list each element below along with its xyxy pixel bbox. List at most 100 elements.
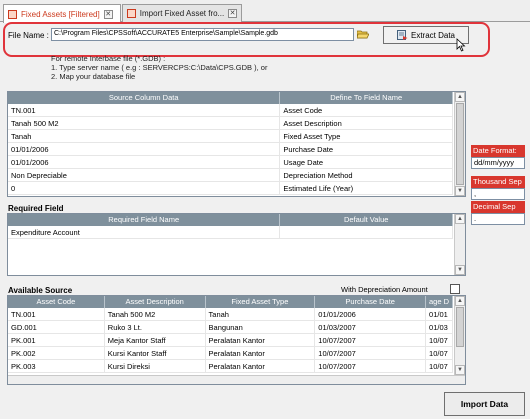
table-cell[interactable]: 01/01/2006 xyxy=(8,143,281,155)
date-format-input[interactable]: dd/mm/yyyy xyxy=(471,157,525,169)
table-cell[interactable]: Tanah xyxy=(8,130,281,142)
table-cell[interactable]: Meja Kantor Staff xyxy=(105,334,206,346)
remote-hint-line: 1. Type server name ( e.g : SERVERCPS:C:… xyxy=(51,63,268,72)
with-depreciation-checkbox[interactable] xyxy=(450,284,460,294)
table-row[interactable]: PK.001 Meja Kantor Staff Peralatan Kantor 1… xyxy=(8,334,453,347)
table-cell[interactable]: Fixed Asset Type xyxy=(280,130,453,142)
remote-hint-line: For remote Interbase file (*.GDB) : xyxy=(51,54,166,63)
table-row[interactable]: PK.002 Kursi Kantor Staff Peralatan Kantor… xyxy=(8,347,453,360)
table-cell[interactable]: Purchase Date xyxy=(280,143,453,155)
table-cell[interactable]: Estimated Life (Year) xyxy=(280,182,453,194)
available-source-title: Available Source xyxy=(8,286,73,295)
table-cell[interactable]: GD.001 xyxy=(8,321,105,333)
table-cell[interactable]: 01/01/2006 xyxy=(315,308,427,320)
table-cell[interactable]: Peralatan Kantor xyxy=(206,360,316,372)
available-source-grid: Asset Code Asset Description Fixed Asset… xyxy=(7,295,466,385)
column-header[interactable]: Fixed Asset Type xyxy=(206,296,316,308)
close-icon[interactable]: ✕ xyxy=(103,9,113,19)
table-row[interactable]: TN.001 Tanah 500 M2 Tanah 01/01/2006 01/01 xyxy=(8,308,453,321)
table-cell[interactable]: 01/03 xyxy=(426,321,453,333)
table-cell[interactable]: PK.003 xyxy=(8,360,105,372)
scroll-thumb[interactable] xyxy=(456,103,464,185)
tab-fixed-assets[interactable]: Fixed Assets [Filtered] ✕ xyxy=(3,4,121,23)
scroll-thumb[interactable] xyxy=(456,307,464,347)
thousand-sep-label: Thousand Sep xyxy=(471,176,525,188)
table-cell[interactable]: Asset Code xyxy=(280,104,453,116)
table-cell[interactable]: 0 xyxy=(8,182,281,194)
column-header[interactable]: Purchase Date xyxy=(315,296,427,308)
scroll-up-arrow[interactable]: ▲ xyxy=(455,92,465,102)
table-cell[interactable]: Bangunan xyxy=(206,321,316,333)
table-row[interactable]: 01/01/2006 Usage Date xyxy=(8,156,453,169)
table-cell[interactable]: Asset Description xyxy=(280,117,453,129)
table-cell[interactable]: 10/07 xyxy=(426,347,453,359)
scroll-up-arrow[interactable]: ▲ xyxy=(455,214,465,224)
folder-open-icon[interactable] xyxy=(357,29,369,39)
table-cell[interactable]: 01/01/2006 xyxy=(8,156,281,168)
column-header[interactable]: Asset Description xyxy=(105,296,206,308)
file-name-input[interactable]: C:\Program Files\CPSSoft\ACCURATE5 Enter… xyxy=(51,28,354,41)
required-field-title: Required Field xyxy=(8,204,64,213)
table-row[interactable]: Non Depreciable Depreciation Method xyxy=(8,169,453,182)
table-cell[interactable]: Kursi Kantor Staff xyxy=(105,347,206,359)
table-cell[interactable]: Tanah 500 M2 xyxy=(105,308,206,320)
table-cell[interactable]: PK.002 xyxy=(8,347,105,359)
column-header[interactable]: Asset Code xyxy=(8,296,105,308)
scroll-up-arrow[interactable]: ▲ xyxy=(455,296,465,306)
close-icon[interactable]: ✕ xyxy=(228,9,237,18)
table-cell[interactable]: Depreciation Method xyxy=(280,169,453,181)
table-cell[interactable]: Kursi Direksi xyxy=(105,360,206,372)
table-cell[interactable]: 01/01 xyxy=(426,308,453,320)
import-data-button[interactable]: Import Data xyxy=(444,392,525,416)
table-cell[interactable]: TN.001 xyxy=(8,308,105,320)
table-cell[interactable]: PK.001 xyxy=(8,334,105,346)
table-cell[interactable]: Tanah xyxy=(206,308,316,320)
decimal-sep-input[interactable]: . xyxy=(471,213,525,225)
table-cell[interactable]: Non Depreciable xyxy=(8,169,281,181)
vertical-scrollbar[interactable]: ▲ ▼ xyxy=(454,296,465,375)
table-cell[interactable]: Tanah 500 M2 xyxy=(8,117,281,129)
table-cell[interactable]: 10/07 xyxy=(426,360,453,372)
scroll-down-arrow[interactable]: ▼ xyxy=(455,365,465,375)
vertical-scrollbar[interactable]: ▲ ▼ xyxy=(454,92,465,196)
table-cell[interactable]: Peralatan Kantor xyxy=(206,334,316,346)
column-header[interactable]: Default Value xyxy=(280,214,453,226)
import-icon xyxy=(127,9,136,18)
table-row[interactable]: Expenditure Account xyxy=(8,226,453,239)
column-header[interactable]: Define To Field Name xyxy=(280,92,453,104)
table-row[interactable]: Tanah Fixed Asset Type xyxy=(8,130,453,143)
table-cell[interactable]: TN.001 xyxy=(8,104,281,116)
available-grid-header: Asset Code Asset Description Fixed Asset… xyxy=(8,296,453,308)
scroll-down-arrow[interactable]: ▼ xyxy=(455,186,465,196)
table-cell[interactable]: 10/07/2007 xyxy=(315,360,427,372)
extract-icon xyxy=(396,30,408,40)
table-row[interactable]: TN.001 Asset Code xyxy=(8,104,453,117)
required-field-grid: Required Field Name Default Value Expend… xyxy=(7,213,466,276)
vertical-scrollbar[interactable]: ▲ ▼ xyxy=(454,214,465,275)
horizontal-scrollbar[interactable] xyxy=(8,375,465,384)
required-grid-header: Required Field Name Default Value xyxy=(8,214,453,226)
table-row[interactable]: PK.003 Kursi Direksi Peralatan Kantor 10/07… xyxy=(8,360,453,373)
remote-hint-line: 2. Map your database file xyxy=(51,72,136,81)
table-cell[interactable]: 10/07 xyxy=(426,334,453,346)
table-row[interactable]: GD.001 Ruko 3 Lt. Bangunan 01/03/2007 01/03 xyxy=(8,321,453,334)
table-cell[interactable]: 10/07/2007 xyxy=(315,347,427,359)
table-cell[interactable]: 01/03/2007 xyxy=(315,321,427,333)
column-header[interactable]: Source Column Data xyxy=(8,92,281,104)
table-row[interactable]: 01/01/2006 Purchase Date xyxy=(8,143,453,156)
tab-import-fixed-asset[interactable]: Import Fixed Asset fro... ✕ xyxy=(122,4,242,22)
table-cell[interactable]: 10/07/2007 xyxy=(315,334,427,346)
column-header[interactable]: age D xyxy=(426,296,453,308)
table-cell[interactable]: Peralatan Kantor xyxy=(206,347,316,359)
column-header[interactable]: Required Field Name xyxy=(8,214,281,226)
table-cell[interactable]: Usage Date xyxy=(280,156,453,168)
table-cell[interactable]: Ruko 3 Lt. xyxy=(105,321,206,333)
thousand-sep-input[interactable]: , xyxy=(471,188,525,200)
table-row[interactable]: 0 Estimated Life (Year) xyxy=(8,182,453,195)
date-format-label: Date Format: xyxy=(471,145,525,157)
table-cell[interactable] xyxy=(280,226,453,238)
tab-label: Import Fixed Asset fro... xyxy=(139,9,225,18)
table-row[interactable]: Tanah 500 M2 Asset Description xyxy=(8,117,453,130)
table-cell[interactable]: Expenditure Account xyxy=(8,226,281,238)
scroll-down-arrow[interactable]: ▼ xyxy=(455,265,465,275)
